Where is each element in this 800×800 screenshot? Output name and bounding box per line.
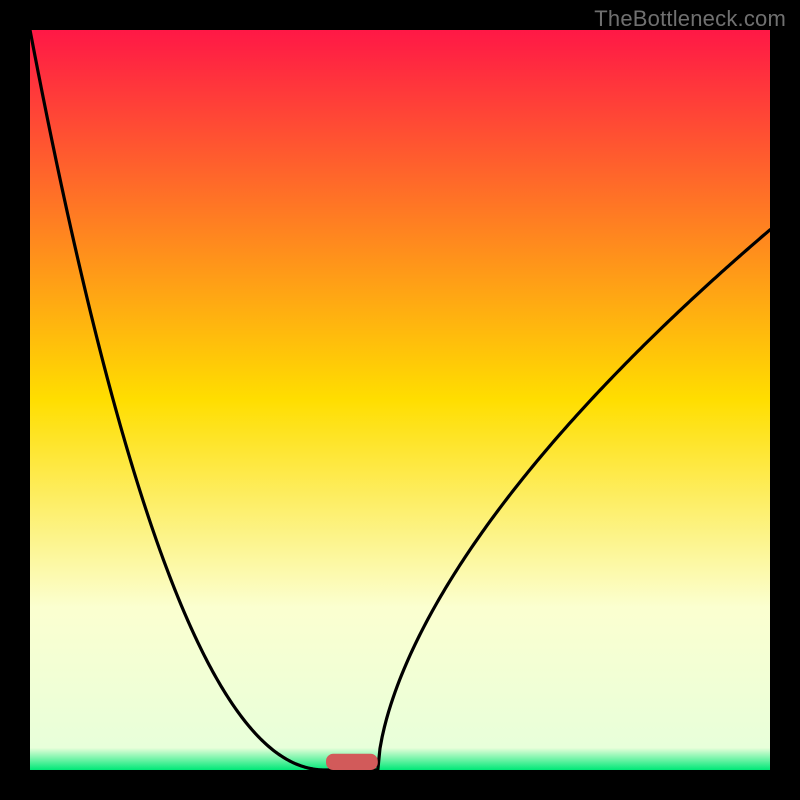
plot-svg (30, 30, 770, 770)
notch-marker (326, 754, 378, 770)
chart-frame: TheBottleneck.com (0, 0, 800, 800)
gradient-background (30, 30, 770, 770)
plot-area (30, 30, 770, 770)
watermark-text: TheBottleneck.com (594, 6, 786, 32)
